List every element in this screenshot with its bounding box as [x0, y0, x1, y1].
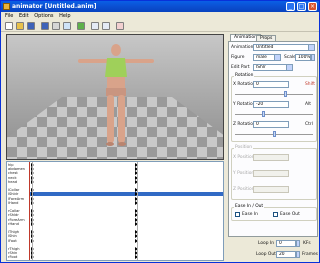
close-button[interactable]: × — [308, 2, 317, 11]
menu-file[interactable]: File — [5, 12, 13, 20]
y-rotation-slider[interactable] — [235, 114, 313, 115]
ease-in-checkbox[interactable] — [235, 212, 240, 217]
chevron-down-icon — [274, 55, 280, 60]
menu-options[interactable]: Options — [34, 12, 53, 20]
z-position-label: Z Position — [233, 187, 255, 192]
application-window: animator [Untitled.anim] _ □ × File Edit… — [0, 0, 320, 263]
track-label[interactable]: rFoot — [8, 255, 17, 259]
new-file-icon[interactable] — [5, 22, 13, 30]
maximize-button[interactable]: □ — [297, 2, 306, 11]
track-label[interactable]: lHand — [8, 201, 18, 205]
app-icon — [3, 3, 10, 10]
delete-icon[interactable] — [116, 22, 124, 30]
scale-spinner[interactable] — [311, 54, 315, 61]
loop-in-unit: KFs — [303, 241, 311, 246]
open-folder-icon[interactable] — [16, 22, 24, 30]
menu-help[interactable]: Help — [59, 12, 70, 20]
x-rotation-slider-thumb[interactable] — [284, 91, 287, 97]
preview-icon[interactable] — [63, 22, 71, 30]
y-rotation-modifier: Alt — [305, 102, 311, 107]
menu-bar: File Edit Options Help — [1, 12, 319, 20]
x-rotation-field[interactable]: 0 — [253, 81, 289, 88]
scale-field[interactable]: 100% — [295, 54, 311, 61]
undo-icon[interactable] — [91, 22, 99, 30]
x-position-field[interactable] — [253, 154, 289, 161]
edit-part-select-value: lShlr — [256, 65, 266, 70]
x-rotation-slider[interactable] — [235, 94, 313, 95]
male-figure[interactable] — [74, 41, 158, 151]
animation-tab-body: Animation Untitled Figure male Scale 100… — [228, 41, 318, 237]
edit-part-label: Edit Part — [231, 65, 250, 70]
rotation-group-label: Rotation — [234, 73, 255, 78]
position-group-label: Position — [234, 145, 254, 150]
track-label[interactable]: lFoot — [8, 239, 17, 243]
z-rotation-slider-thumb[interactable] — [273, 131, 276, 137]
edit-part-select[interactable]: lShlr — [253, 64, 293, 71]
print-icon[interactable] — [52, 22, 60, 30]
play-icon[interactable] — [77, 22, 85, 30]
ease-in-label: Ease In — [242, 212, 258, 217]
frame-divider — [32, 162, 33, 260]
window-title: animator [Untitled.anim] — [12, 3, 97, 10]
z-position-field[interactable] — [253, 186, 289, 193]
x-position-label: X Position — [233, 155, 255, 160]
loop-out-unit: Frames — [302, 252, 318, 257]
chevron-down-icon — [286, 65, 292, 70]
z-rotation-field[interactable]: 0 — [253, 121, 289, 128]
y-position-field[interactable] — [253, 170, 289, 177]
loop-out-field[interactable]: 20 — [276, 251, 296, 258]
save-icon[interactable] — [27, 22, 35, 30]
save-all-icon[interactable] — [41, 22, 49, 30]
keyframe-timeline[interactable]: hip abdomen chest neck head lCollar lShldr lFor… — [6, 161, 224, 261]
loop-in-field[interactable]: 0 — [276, 240, 296, 247]
figure-label: Figure — [231, 55, 245, 60]
playhead-line[interactable] — [29, 162, 30, 260]
animation-select[interactable]: Untitled — [253, 44, 315, 51]
loop-out-spinner[interactable] — [296, 251, 300, 258]
animation-select-value: Untitled — [256, 45, 274, 50]
z-rotation-modifier: Ctrl — [305, 122, 313, 127]
redo-icon[interactable] — [102, 22, 110, 30]
y-rotation-slider-thumb[interactable] — [262, 111, 265, 117]
title-bar[interactable]: animator [Untitled.anim] _ □ × — [1, 1, 319, 12]
chevron-down-icon — [308, 45, 314, 50]
x-rotation-modifier: Shift — [305, 82, 315, 87]
menu-edit[interactable]: Edit — [19, 12, 29, 20]
loop-out-label: Loop Out — [256, 252, 276, 257]
figure-select-value: male — [256, 55, 267, 60]
keyframe-grid[interactable] — [29, 162, 223, 260]
track-label[interactable]: rHand — [8, 222, 19, 226]
animation-label: Animation — [231, 45, 254, 50]
track-label[interactable]: head — [8, 180, 17, 184]
toolbar — [1, 20, 319, 32]
frame-divider — [137, 162, 138, 260]
track-row[interactable] — [29, 255, 223, 260]
3d-viewport[interactable] — [6, 34, 224, 160]
ease-out-label: Ease Out — [280, 212, 300, 217]
loop-in-spinner[interactable] — [296, 240, 300, 247]
loop-in-label: Loop In — [258, 241, 275, 246]
y-rotation-field[interactable]: -20 — [253, 101, 289, 108]
minimize-button[interactable]: _ — [286, 2, 295, 11]
properties-panel: Animation Props Animation Untitled Figur… — [228, 32, 319, 262]
ease-group-label: Ease In / Out — [234, 204, 265, 209]
ease-out-checkbox[interactable] — [273, 212, 278, 217]
y-position-label: Y Position — [233, 171, 255, 176]
figure-select[interactable]: male — [253, 54, 281, 61]
